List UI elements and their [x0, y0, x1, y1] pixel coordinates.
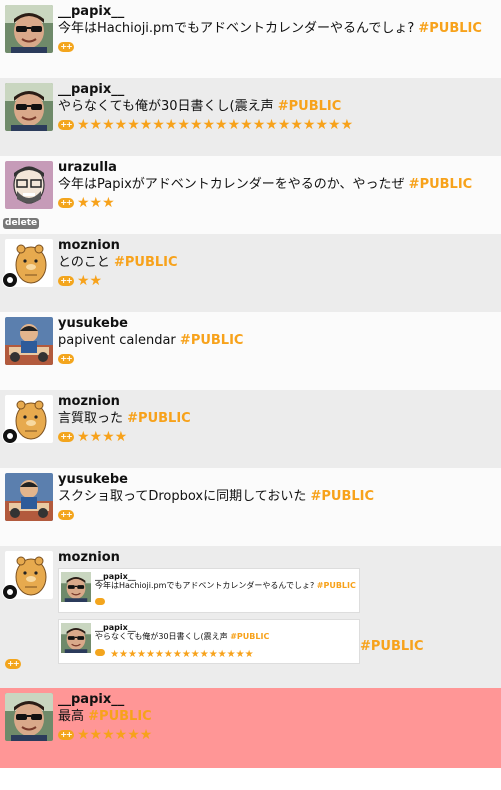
post-username[interactable]: yusukebe — [58, 472, 501, 488]
post-username[interactable]: __papix__ — [58, 4, 501, 20]
avatar[interactable] — [5, 317, 53, 365]
add-star-button[interactable]: ++ — [58, 354, 74, 364]
avatar[interactable] — [5, 161, 53, 209]
post-tag[interactable]: #PUBLIC — [409, 177, 473, 192]
post-meta: ++ — [58, 38, 501, 56]
add-star-button[interactable]: ++ — [58, 276, 74, 286]
star-list: ★★★★★★ — [77, 727, 153, 743]
post-meta: ++ ★★★★★★ — [58, 726, 501, 744]
quoted-post[interactable]: __papix__ 今年はHachioji.pmでもアドベントカレンダーやるんで… — [58, 568, 360, 613]
post-item: delete urazulla 今年はPapixがアドベントカレンダーをやるのか… — [0, 156, 501, 234]
post-username[interactable]: yusukebe — [58, 316, 501, 332]
soccer-ball-icon — [2, 272, 18, 288]
avatar[interactable] — [5, 473, 53, 521]
soccer-ball-icon — [2, 584, 18, 600]
avatar — [61, 572, 91, 602]
post-item: yusukebe スクショ取ってDropboxに同期しておいた #PUBLIC … — [0, 468, 501, 546]
post-item: moznion とのこと #PUBLIC ++ ★★ — [0, 234, 501, 312]
post-tag[interactable]: #PUBLIC — [114, 255, 178, 270]
post-username[interactable]: moznion — [58, 238, 501, 254]
post-meta: ++ ★★★★★★★★★★★★★★★★★★★★★★ — [58, 116, 501, 134]
post-tag[interactable]: #PUBLIC — [127, 411, 191, 426]
quoted-post[interactable]: __papix__ やらなくても俺が30日書くし(震え声 #PUBLIC ★★★… — [58, 619, 360, 664]
quoted-meta: ★★★★★★★★★★★★★★★★ — [95, 642, 355, 661]
post-meta: ++ ★★★ — [58, 194, 501, 212]
post-body-text: papivent calendar — [58, 333, 176, 348]
post-text: スクショ取ってDropboxに同期しておいた #PUBLIC — [58, 488, 501, 506]
avatar — [61, 623, 91, 653]
post-item: __papix__ やらなくても俺が30日書くし(震え声 #PUBLIC ++ … — [0, 78, 501, 156]
quoted-text: やらなくても俺が30日書くし(震え声 #PUBLIC — [95, 632, 355, 642]
quoted-text: 今年はHachioji.pmでもアドベントカレンダーやるんでしょ? #PUBLI… — [95, 581, 356, 591]
post-text: papivent calendar #PUBLIC — [58, 332, 501, 350]
post-username[interactable]: __papix__ — [58, 82, 501, 98]
post-body-text: スクショ取ってDropboxに同期しておいた — [58, 489, 307, 504]
star-list: ★★★★ — [77, 429, 128, 445]
post-tag[interactable]: #PUBLIC — [88, 709, 152, 724]
avatar[interactable] — [5, 5, 53, 53]
quoted-username: __papix__ — [95, 623, 136, 632]
post-text: 今年はHachioji.pmでもアドベントカレンダーやるんでしょ? #PUBLI… — [58, 20, 501, 38]
post-text: 言質取った #PUBLIC — [58, 410, 501, 428]
add-star-button[interactable]: ++ — [58, 42, 74, 52]
post-body-text: 今年はHachioji.pmでもアドベントカレンダーやるんでしょ? — [58, 21, 415, 36]
quoted-tag: #PUBLIC — [230, 632, 270, 641]
post-item: moznion 言質取った #PUBLIC ++ ★★★★ — [0, 390, 501, 468]
post-body-text: とのこと — [58, 255, 110, 270]
post-text: 最高 #PUBLIC — [58, 708, 501, 726]
post-username[interactable]: __papix__ — [58, 692, 501, 708]
quoted-meta — [95, 591, 355, 610]
post-body-text: 言質取った — [58, 411, 124, 426]
post-tag[interactable]: #PUBLIC — [311, 489, 375, 504]
post-tag[interactable]: #PUBLIC — [360, 639, 424, 654]
quoted-username: __papix__ — [95, 572, 136, 581]
add-star-button[interactable] — [95, 649, 105, 656]
post-item: __papix__ 最高 #PUBLIC ++ ★★★★★★ — [0, 688, 501, 768]
post-text: 今年はPapixがアドベントカレンダーをやるのか、やったぜ #PUBLIC — [58, 176, 501, 194]
add-star-button[interactable]: ++ — [58, 510, 74, 520]
add-star-button[interactable]: ++ — [58, 120, 74, 130]
add-star-button[interactable]: ++ — [58, 432, 74, 442]
post-tag[interactable]: #PUBLIC — [418, 21, 482, 36]
star-list: ★★ — [77, 273, 103, 289]
post-item: __papix__ 今年はHachioji.pmでもアドベントカレンダーやるんで… — [0, 0, 501, 78]
add-star-button[interactable]: ++ — [5, 659, 21, 669]
post-item: yusukebe papivent calendar #PUBLIC ++ — [0, 312, 501, 390]
post-item: moznion __papix__ 今年はHachioji.pmでもアドベントカ… — [0, 546, 501, 688]
star-list: ★★★★★★★★★★★★★★★★★★★★★★ — [77, 117, 354, 133]
post-tag[interactable]: #PUBLIC — [180, 333, 244, 348]
post-username[interactable]: moznion — [58, 550, 501, 566]
post-text: とのこと #PUBLIC — [58, 254, 501, 272]
quoted-body-text: やらなくても俺が30日書くし(震え声 — [95, 632, 228, 641]
post-body-text: 最高 — [58, 709, 85, 724]
star-list: ★★★★★★★★★★★★★★★★ — [110, 649, 254, 660]
post-meta: ++ ★★ — [58, 272, 501, 290]
quoted-body-text: 今年はHachioji.pmでもアドベントカレンダーやるんでしょ? — [95, 581, 315, 590]
post-username[interactable]: urazulla — [58, 160, 501, 176]
timeline-feed: __papix__ 今年はHachioji.pmでもアドベントカレンダーやるんで… — [0, 0, 501, 768]
star-list: ★★★ — [77, 195, 115, 211]
add-star-button[interactable]: ++ — [58, 198, 74, 208]
post-username[interactable]: moznion — [58, 394, 501, 410]
soccer-ball-icon — [2, 428, 18, 444]
quoted-tag: #PUBLIC — [316, 581, 356, 590]
post-text: やらなくても俺が30日書くし(震え声 #PUBLIC — [58, 98, 501, 116]
delete-button[interactable]: delete — [3, 218, 40, 229]
post-meta: ++ — [58, 350, 501, 368]
avatar[interactable] — [5, 693, 53, 741]
post-meta: ++ ★★★★ — [58, 428, 501, 446]
add-star-button[interactable]: ++ — [58, 730, 74, 740]
post-body-text: やらなくても俺が30日書くし(震え声 — [58, 99, 274, 114]
post-body-text: 今年はPapixがアドベントカレンダーをやるのか、やったぜ — [58, 177, 405, 192]
add-star-button[interactable] — [95, 598, 105, 605]
post-tag[interactable]: #PUBLIC — [278, 99, 342, 114]
avatar[interactable] — [5, 83, 53, 131]
post-meta: ++ — [58, 506, 501, 524]
